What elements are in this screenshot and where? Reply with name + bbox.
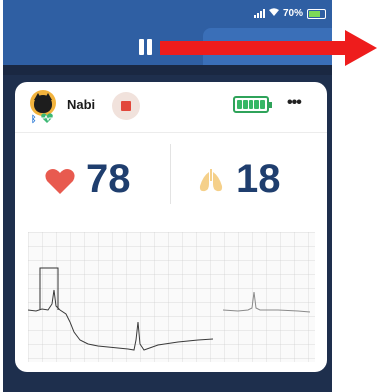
pet-name: Nabi [67, 97, 96, 112]
more-icon[interactable]: ••• [287, 94, 302, 112]
heart-pulse-icon [41, 113, 53, 123]
ecg-chart [28, 232, 315, 362]
vitals-separator [170, 144, 171, 204]
pause-button[interactable] [139, 39, 153, 55]
arrow-icon [160, 30, 377, 66]
lungs-icon [199, 169, 223, 192]
pause-icon [139, 39, 144, 55]
signal-icon [253, 9, 265, 18]
battery-icon [307, 8, 326, 19]
device-battery-icon [233, 96, 272, 113]
status-bar: 70% [253, 8, 326, 19]
battery-percent: 70% [282, 8, 303, 19]
heart-icon [45, 169, 75, 194]
wifi-icon [268, 8, 279, 19]
heart-rate-value: 78 [86, 157, 131, 201]
card-divider [15, 132, 327, 133]
respiratory-rate-value: 18 [236, 157, 281, 201]
bluetooth-icon: ᛒ [31, 114, 37, 124]
stop-icon [121, 101, 131, 111]
monitor-card: ᛒ Nabi ••• 78 18 [15, 82, 327, 372]
stop-button[interactable] [112, 92, 140, 120]
